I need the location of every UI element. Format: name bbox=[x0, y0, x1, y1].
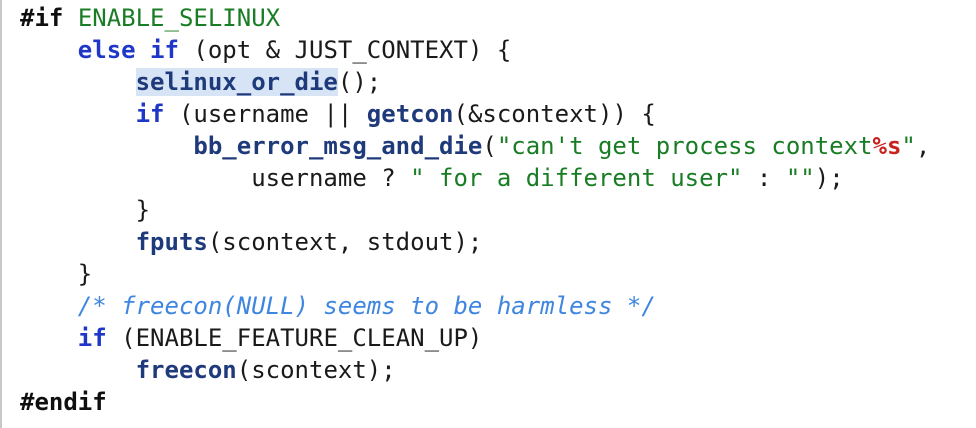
code-line[interactable]: selinux_or_die(); bbox=[20, 66, 930, 98]
code-token: freecon bbox=[135, 356, 237, 384]
code-line[interactable]: } bbox=[20, 194, 930, 226]
code-token: : bbox=[742, 164, 786, 192]
code-token: #if bbox=[20, 4, 64, 32]
code-line[interactable]: freecon(scontext); bbox=[20, 354, 930, 386]
code-token: , bbox=[915, 132, 931, 160]
code-line[interactable]: } bbox=[20, 258, 930, 290]
code-token: (username || bbox=[164, 100, 367, 128]
code-token: ); bbox=[814, 164, 844, 192]
code-token: " for a different user" bbox=[410, 164, 743, 192]
code-token: %s bbox=[872, 132, 902, 160]
code-line[interactable]: if (ENABLE_FEATURE_CLEAN_UP) bbox=[20, 322, 930, 354]
code-token: (scontext); bbox=[236, 356, 396, 384]
code-token: (&scontext)) { bbox=[453, 100, 656, 128]
code-line[interactable]: username ? " for a different user" : "")… bbox=[20, 162, 930, 194]
code-token: (ENABLE_FEATURE_CLEAN_UP) bbox=[106, 324, 483, 352]
code-line[interactable]: bb_error_msg_and_die("can't get process … bbox=[20, 130, 930, 162]
code-token: getcon bbox=[366, 100, 454, 128]
code-token: } bbox=[77, 260, 93, 288]
code-line[interactable]: else if (opt & JUST_CONTEXT) { bbox=[20, 34, 930, 66]
code-token: /* freecon(NULL) seems to be harmless */ bbox=[77, 292, 656, 320]
code-view[interactable]: #if ENABLE_SELINUX else if (opt & JUST_C… bbox=[20, 2, 930, 418]
selected-token: selinux_or_die bbox=[135, 68, 338, 96]
code-token: if bbox=[77, 324, 107, 352]
code-line[interactable]: fputs(scontext, stdout); bbox=[20, 226, 930, 258]
code-token: (scontext, stdout); bbox=[207, 228, 483, 256]
code-token: (); bbox=[337, 68, 382, 96]
code-token: } bbox=[135, 196, 151, 224]
code-token: "" bbox=[785, 164, 815, 192]
code-line[interactable]: if (username || getcon(&scontext)) { bbox=[20, 98, 930, 130]
code-line[interactable]: #endif bbox=[20, 386, 930, 418]
code-token: if bbox=[135, 100, 165, 128]
code-token: " bbox=[901, 132, 916, 160]
code-token: fputs bbox=[135, 228, 208, 256]
code-token: (opt & JUST_CONTEXT) { bbox=[178, 36, 512, 64]
code-token: else bbox=[77, 36, 136, 64]
code-token: if bbox=[150, 36, 179, 64]
code-token: #endif bbox=[20, 388, 107, 416]
code-line[interactable]: #if ENABLE_SELINUX bbox=[20, 2, 930, 34]
code-line[interactable]: /* freecon(NULL) seems to be harmless */ bbox=[20, 290, 930, 322]
code-token: username ? bbox=[251, 164, 411, 192]
code-token: ENABLE_SELINUX bbox=[77, 4, 281, 32]
code-token: bb_error_msg_and_die bbox=[193, 132, 483, 160]
code-token: ( bbox=[482, 132, 497, 160]
code-token: "can't get process context bbox=[496, 132, 873, 160]
code-editor[interactable]: #if ENABLE_SELINUX else if (opt & JUST_C… bbox=[0, 0, 976, 428]
